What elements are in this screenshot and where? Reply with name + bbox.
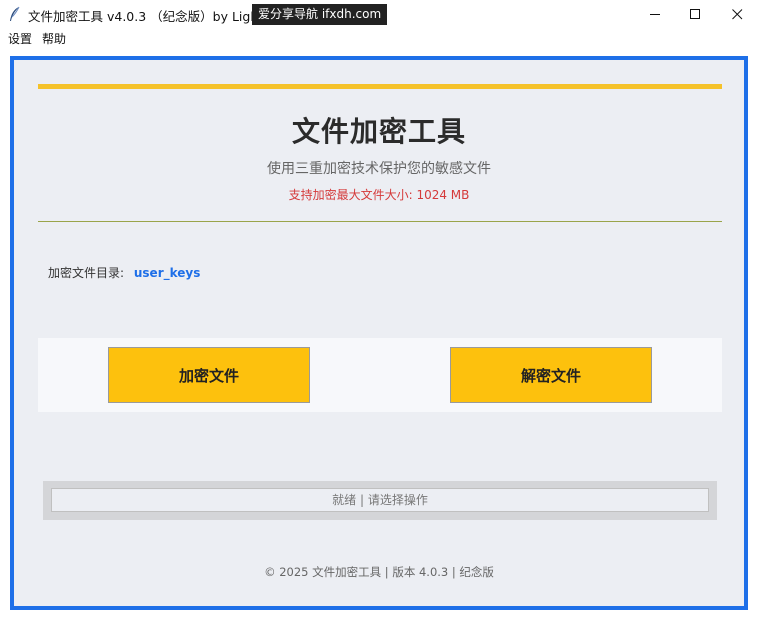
divider [38, 221, 722, 222]
close-icon [731, 5, 743, 24]
window-title: 文件加密工具 v4.0.3 （纪念版）by LightIO [28, 9, 277, 24]
encrypt-button[interactable]: 加密文件 [108, 347, 310, 403]
menu-help[interactable]: 帮助 [42, 30, 66, 47]
accent-line [38, 84, 722, 89]
footer-text: © 2025 文件加密工具 | 版本 4.0.3 | 纪念版 [264, 565, 494, 579]
minimize-icon [649, 5, 661, 24]
main-panel: 文件加密工具 使用三重加密技术保护您的敏感文件 支持加密最大文件大小: 1024… [10, 56, 748, 610]
title-bar: 文件加密工具 v4.0.3 （纪念版）by LightIO 爱分享导航 ifxd… [0, 0, 760, 28]
status-bar: 就绪 | 请选择操作 [43, 481, 717, 520]
feather-icon [8, 6, 22, 22]
maximize-button[interactable] [672, 0, 718, 28]
page-subtitle: 使用三重加密技术保护您的敏感文件 [267, 161, 491, 177]
directory-row: 加密文件目录: user_keys [48, 264, 200, 281]
close-button[interactable] [714, 0, 760, 28]
max-size-note: 支持加密最大文件大小: 1024 MB [288, 188, 470, 202]
watermark: 爱分享导航 ifxdh.com [252, 4, 388, 25]
status-text: 就绪 | 请选择操作 [51, 488, 709, 512]
decrypt-button[interactable]: 解密文件 [450, 347, 652, 403]
page-title: 文件加密工具 [291, 115, 466, 148]
action-panel: 加密文件 解密文件 [38, 338, 722, 412]
menu-settings[interactable]: 设置 [8, 30, 32, 47]
maximize-icon [689, 5, 701, 24]
directory-label: 加密文件目录: [48, 266, 125, 280]
directory-value: user_keys [133, 266, 201, 280]
menu-bar: 设置 帮助 [0, 28, 760, 47]
